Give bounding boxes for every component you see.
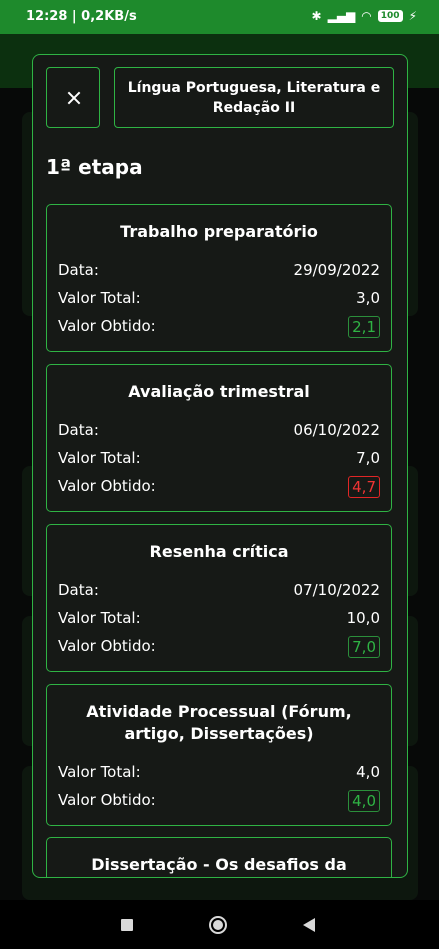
back-icon[interactable] — [303, 918, 315, 932]
date-label: Data: — [58, 261, 99, 279]
date-row: Data: 29/09/2022 — [58, 261, 380, 283]
total-row: Valor Total: 7,0 — [58, 449, 380, 471]
obtained-label: Valor Obtido: — [58, 477, 156, 495]
status-time: 12:28 | 0,2KB/s — [26, 9, 137, 24]
obtained-row: Valor Obtido: 4,0 — [58, 790, 380, 813]
obtained-row: Valor Obtido: 7,0 — [58, 636, 380, 659]
close-button[interactable] — [46, 67, 100, 128]
home-icon[interactable] — [209, 916, 227, 934]
assessment-card: Dissertação - Os desafios da — [46, 837, 392, 877]
date-value: 07/10/2022 — [293, 581, 380, 599]
battery-icon: 100 — [377, 10, 403, 22]
total-row: Valor Total: 4,0 — [58, 763, 380, 785]
subject-title: Língua Portuguesa, Literatura e Redação … — [114, 67, 394, 128]
obtained-label: Valor Obtido: — [58, 637, 156, 655]
obtained-grade-badge: 7,0 — [348, 636, 380, 658]
assessment-title: Resenha crítica — [149, 542, 289, 561]
total-label: Valor Total: — [58, 449, 141, 467]
bluetooth-icon: ✱ — [311, 9, 322, 23]
date-row: Data: 07/10/2022 — [58, 581, 380, 603]
total-value: 3,0 — [356, 289, 380, 307]
total-row: Valor Total: 10,0 — [58, 609, 380, 631]
signal-icon: ▂▄▆ — [327, 9, 356, 23]
date-value: 06/10/2022 — [293, 421, 380, 439]
assessment-title: Dissertação - Os desafios da — [91, 855, 347, 874]
total-label: Valor Total: — [58, 289, 141, 307]
date-value: 29/09/2022 — [293, 261, 380, 279]
date-row: Data: 06/10/2022 — [58, 421, 380, 443]
obtained-grade-badge: 4,7 — [348, 476, 380, 498]
total-label: Valor Total: — [58, 609, 141, 627]
stage-title: 1ª etapa — [46, 155, 143, 179]
wifi-icon: ◠ — [361, 9, 372, 23]
obtained-grade-badge: 2,1 — [348, 316, 380, 338]
assessment-card: Trabalho preparatório Data: 29/09/2022 V… — [46, 204, 392, 352]
date-label: Data: — [58, 581, 99, 599]
obtained-row: Valor Obtido: 4,7 — [58, 476, 380, 499]
obtained-label: Valor Obtido: — [58, 317, 156, 335]
total-value: 10,0 — [346, 609, 380, 627]
obtained-label: Valor Obtido: — [58, 791, 156, 809]
total-value: 4,0 — [356, 763, 380, 781]
assessment-card: Atividade Processual (Fórum, artigo, Dis… — [46, 684, 392, 826]
assessment-card: Avaliação trimestral Data: 06/10/2022 Va… — [46, 364, 392, 512]
date-label: Data: — [58, 421, 99, 439]
obtained-row: Valor Obtido: 2,1 — [58, 316, 380, 339]
status-icons: ✱ ▂▄▆ ◠ 100 ⚡ — [312, 9, 417, 23]
charging-icon: ⚡ — [408, 9, 417, 23]
assessment-title: Avaliação trimestral — [128, 382, 310, 401]
total-row: Valor Total: 3,0 — [58, 289, 380, 311]
obtained-grade-badge: 4,0 — [348, 790, 380, 812]
assessment-title: Trabalho preparatório — [120, 222, 318, 241]
total-label: Valor Total: — [58, 763, 141, 781]
assessment-card: Resenha crítica Data: 07/10/2022 Valor T… — [46, 524, 392, 672]
assessment-title: Atividade Processual (Fórum, artigo, Dis… — [86, 702, 352, 743]
status-bar: 12:28 | 0,2KB/s ✱ ▂▄▆ ◠ 100 ⚡ — [0, 0, 439, 34]
recent-apps-icon[interactable] — [121, 919, 133, 931]
total-value: 7,0 — [356, 449, 380, 467]
grades-modal: Língua Portuguesa, Literatura e Redação … — [32, 54, 408, 878]
